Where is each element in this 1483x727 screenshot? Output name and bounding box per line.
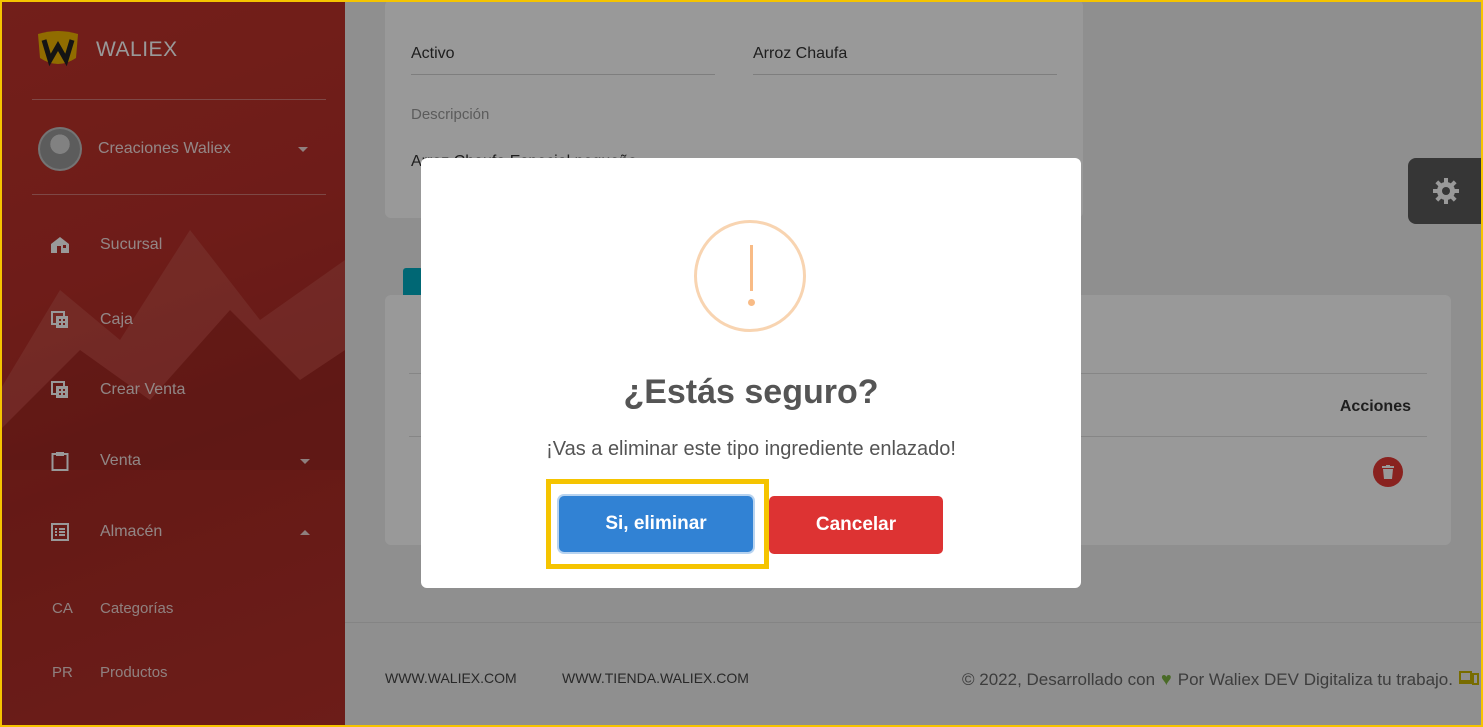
confirm-dialog: ¿Estás seguro? ¡Vas a eliminar este tipo… [421, 158, 1081, 588]
cancel-button[interactable]: Cancelar [769, 496, 943, 554]
dialog-title: ¿Estás seguro? [623, 373, 879, 411]
dialog-message: ¡Vas a eliminar este tipo ingrediente en… [546, 438, 956, 460]
confirm-delete-button[interactable]: Si, eliminar [559, 496, 753, 552]
warning-icon [694, 220, 806, 332]
confirm-highlight: Si, eliminar [546, 479, 769, 569]
